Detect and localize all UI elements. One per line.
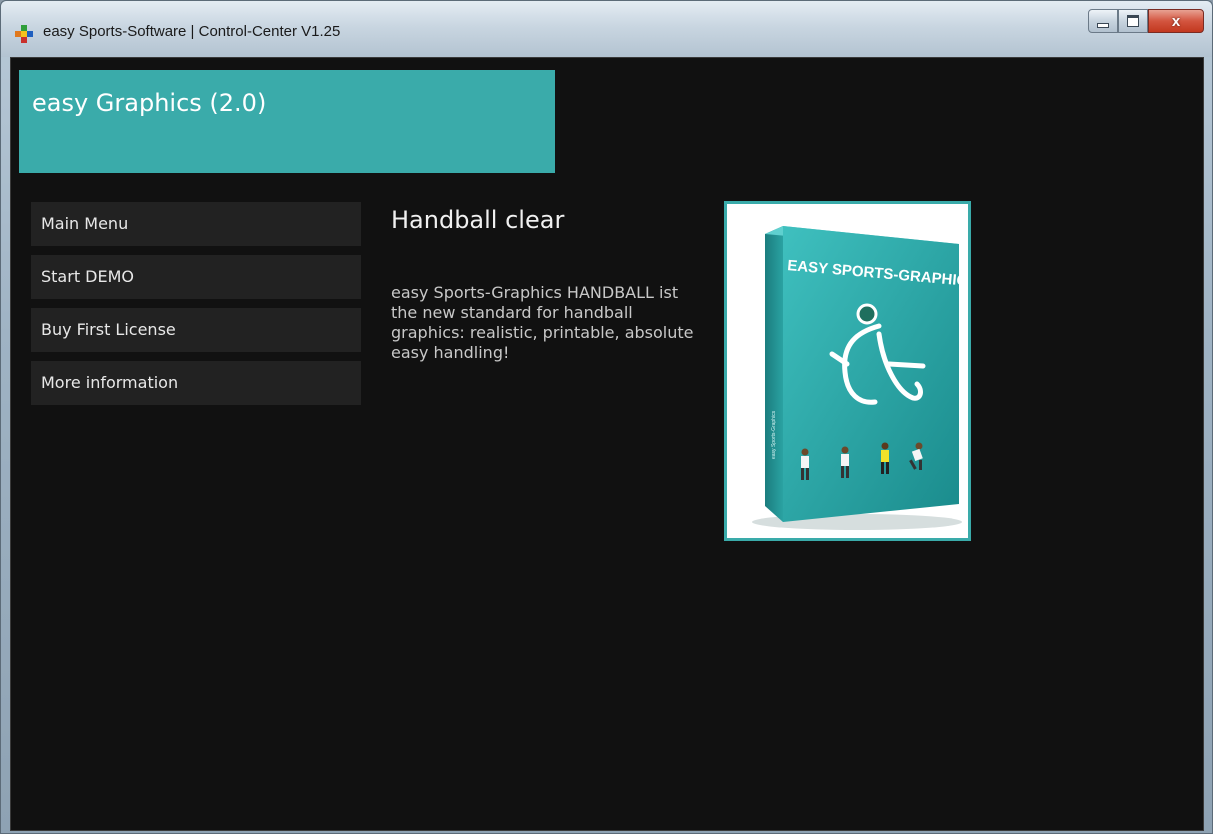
app-title: easy Graphics (2.0) bbox=[32, 89, 267, 117]
menu-item-main-menu[interactable]: Main Menu bbox=[31, 202, 361, 246]
minimize-button[interactable] bbox=[1088, 9, 1118, 33]
window-title: easy Sports-Software | Control-Center V1… bbox=[43, 23, 341, 40]
product-image: EASY SPORTS-GRAPHICS easy Sports-Graphic… bbox=[724, 201, 971, 541]
box-side-text: easy Sports-Graphics bbox=[771, 410, 777, 459]
maximize-button[interactable] bbox=[1118, 9, 1148, 33]
close-icon: x bbox=[1171, 12, 1181, 30]
title-bar[interactable]: easy Sports-Software | Control-Center V1… bbox=[1, 1, 1212, 57]
menu-item-more-information[interactable]: More information bbox=[31, 361, 361, 405]
client-area: easy Graphics (2.0) Main Menu Start DEMO… bbox=[10, 57, 1204, 831]
product-box-graphic: EASY SPORTS-GRAPHICS easy Sports-Graphic… bbox=[752, 226, 968, 530]
menu-item-buy-license[interactable]: Buy First License bbox=[31, 308, 361, 352]
window-controls: x bbox=[1088, 9, 1204, 35]
minimize-icon bbox=[1097, 22, 1109, 28]
header-banner: easy Graphics (2.0) bbox=[19, 70, 555, 173]
content-title: Handball clear bbox=[391, 206, 565, 234]
app-window: easy Sports-Software | Control-Center V1… bbox=[0, 0, 1213, 834]
side-menu: Main Menu Start DEMO Buy First License M… bbox=[31, 202, 361, 414]
app-icon bbox=[15, 25, 35, 43]
content-description: easy Sports-Graphics HANDBALL ist the ne… bbox=[391, 283, 694, 362]
close-button[interactable]: x bbox=[1148, 9, 1204, 33]
menu-item-start-demo[interactable]: Start DEMO bbox=[31, 255, 361, 299]
maximize-icon bbox=[1127, 15, 1139, 27]
